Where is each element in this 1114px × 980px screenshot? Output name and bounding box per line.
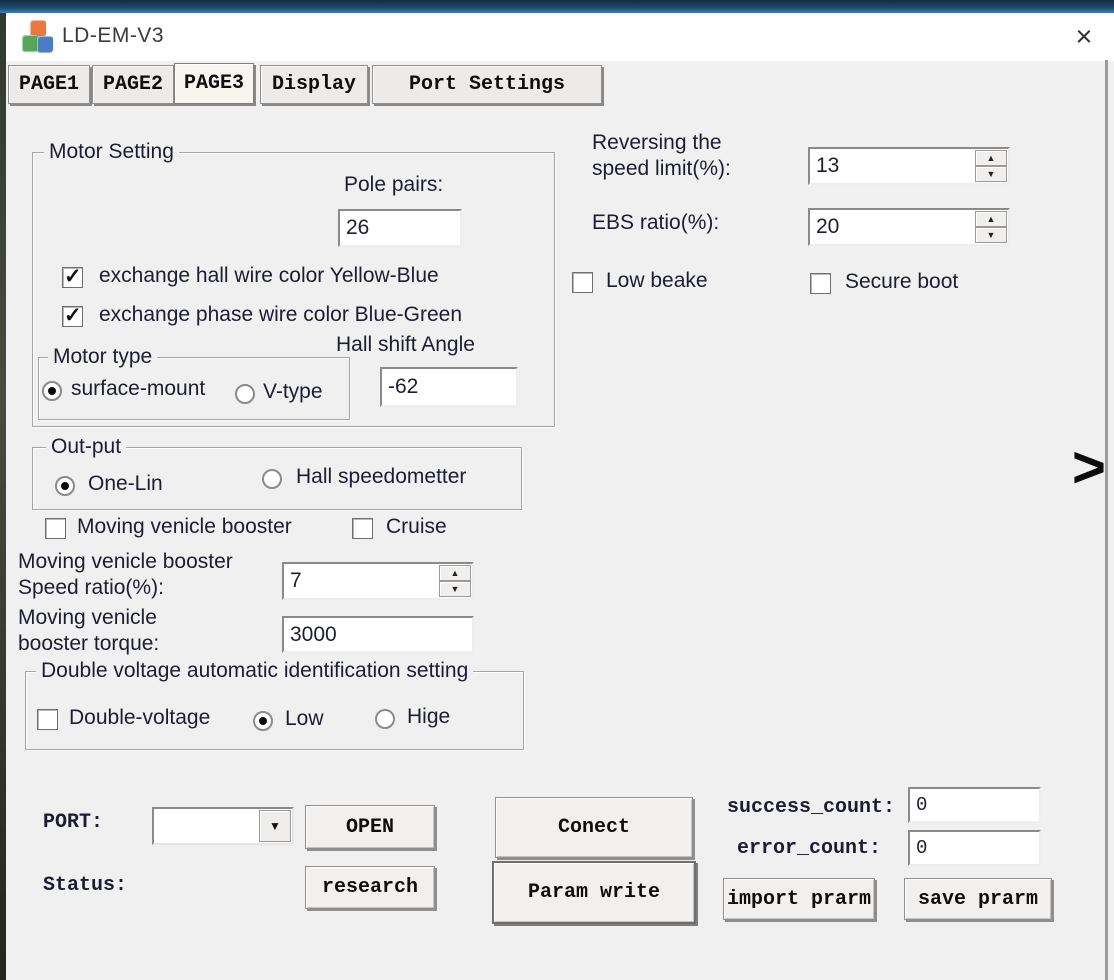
double-voltage-checkbox[interactable]	[37, 709, 58, 730]
voltage-low-radio[interactable]	[253, 711, 273, 731]
torque-input[interactable]	[282, 616, 474, 653]
param-write-button[interactable]: Param write	[492, 861, 696, 924]
tab-page3-label: PAGE3	[184, 72, 244, 95]
window-right-border	[1105, 60, 1108, 980]
motor-setting-group-label: Motor Setting	[44, 140, 179, 164]
pole-pairs-input[interactable]	[338, 209, 462, 247]
cruise-checkbox[interactable]	[352, 518, 373, 539]
app-icon-block-orange	[30, 20, 46, 36]
speed-ratio-spin-buttons	[439, 565, 471, 597]
ebs-ratio-input[interactable]	[810, 210, 957, 244]
import-prarm-button-label: import prarm	[727, 888, 871, 911]
screenshot-stage: LD-EM-V3 × PAGE1 PAGE2 PAGE3 Display Por…	[0, 0, 1114, 980]
torque-label-line1: Moving venicle	[18, 606, 157, 630]
tab-page1[interactable]: PAGE1	[8, 65, 90, 104]
exchange-hall-label: exchange hall wire color Yellow-Blue	[99, 264, 439, 288]
exchange-hall-checkbox[interactable]	[62, 267, 83, 288]
voltage-hige-label: Hige	[407, 705, 450, 729]
speed-ratio-label-line2: Speed ratio(%):	[18, 576, 164, 600]
tab-page1-label: PAGE1	[19, 73, 79, 96]
pole-pairs-label: Pole pairs:	[344, 173, 443, 197]
reversing-limit-label-line1: Reversing the	[592, 131, 722, 155]
research-button-label: research	[322, 876, 418, 899]
tab-page2-label: PAGE2	[103, 73, 163, 96]
hall-shift-angle-input[interactable]	[380, 367, 518, 407]
error-count-label: error_count:	[737, 837, 881, 860]
save-prarm-button[interactable]: save prarm	[904, 878, 1052, 920]
moving-booster-label: Moving venicle booster	[77, 515, 292, 539]
ebs-ratio-spinner	[808, 208, 1010, 246]
tab-page3[interactable]: PAGE3	[174, 63, 254, 104]
tab-display[interactable]: Display	[260, 65, 368, 104]
app-icon-block-blue	[37, 36, 53, 52]
exchange-phase-label: exchange phase wire color Blue-Green	[99, 303, 462, 327]
hall-shift-angle-label: Hall shift Angle	[336, 333, 475, 357]
spin-up-icon[interactable]	[975, 211, 1007, 227]
conect-button[interactable]: Conect	[495, 797, 693, 858]
tab-display-label: Display	[272, 73, 356, 96]
surface-mount-label: surface-mount	[71, 377, 205, 401]
voltage-low-label: Low	[285, 707, 324, 731]
speed-ratio-label-line1: Moving venicle booster	[18, 550, 233, 574]
success-count-input[interactable]	[908, 787, 1041, 823]
spin-down-icon[interactable]	[975, 227, 1007, 243]
window-title: LD-EM-V3	[62, 24, 164, 48]
app-icon	[22, 20, 54, 54]
hall-speedometter-radio[interactable]	[262, 469, 282, 489]
port-label: PORT:	[43, 811, 103, 834]
reversing-limit-spin-buttons	[975, 150, 1007, 182]
surface-mount-radio[interactable]	[42, 381, 62, 401]
conect-button-label: Conect	[558, 816, 630, 839]
ebs-ratio-spin-buttons	[975, 211, 1007, 243]
app-icon-block-green	[22, 35, 38, 51]
port-combobox[interactable]	[152, 807, 294, 845]
hall-speedometter-label: Hall speedometter	[296, 465, 466, 489]
secure-boot-label: Secure boot	[845, 270, 958, 294]
one-lin-label: One-Lin	[88, 472, 163, 496]
reversing-limit-label-line2: speed limit(%):	[592, 157, 731, 181]
secure-boot-checkbox[interactable]	[810, 273, 831, 294]
spin-down-icon[interactable]	[439, 581, 471, 597]
open-button[interactable]: OPEN	[305, 805, 435, 849]
reversing-limit-spinner	[808, 147, 1010, 185]
title-bar: LD-EM-V3 ×	[6, 13, 1114, 61]
save-prarm-button-label: save prarm	[918, 888, 1038, 911]
spin-up-icon[interactable]	[439, 565, 471, 581]
spin-down-icon[interactable]	[975, 166, 1007, 182]
speed-ratio-input[interactable]	[284, 564, 423, 598]
open-button-label: OPEN	[346, 816, 394, 839]
status-label: Status:	[43, 874, 127, 897]
v-type-label: V-type	[263, 380, 323, 404]
research-button[interactable]: research	[305, 866, 435, 909]
chevron-down-icon[interactable]	[259, 810, 291, 842]
tab-port-settings[interactable]: Port Settings	[372, 65, 602, 104]
low-beake-checkbox[interactable]	[572, 272, 593, 293]
one-lin-radio[interactable]	[55, 476, 75, 496]
speed-ratio-spinner	[282, 562, 474, 600]
import-prarm-button[interactable]: import prarm	[723, 878, 875, 920]
tab-port-settings-label: Port Settings	[409, 73, 565, 96]
torque-label-line2: booster torque:	[18, 632, 159, 656]
ebs-ratio-label: EBS ratio(%):	[592, 211, 719, 235]
exchange-phase-checkbox[interactable]	[62, 306, 83, 327]
moving-booster-checkbox[interactable]	[45, 518, 66, 539]
close-icon[interactable]: ×	[1066, 20, 1102, 54]
spin-up-icon[interactable]	[975, 150, 1007, 166]
param-write-button-label: Param write	[528, 881, 660, 904]
error-count-input[interactable]	[908, 830, 1041, 866]
double-voltage-label: Double-voltage	[69, 706, 210, 730]
double-voltage-group-label: Double voltage automatic identification …	[36, 659, 473, 683]
output-group-label: Out-put	[46, 435, 126, 459]
low-beake-label: Low beake	[606, 269, 708, 293]
voltage-hige-radio[interactable]	[375, 709, 395, 729]
tab-page2[interactable]: PAGE2	[92, 65, 174, 104]
cruise-label: Cruise	[386, 515, 447, 539]
desktop-backdrop-top	[0, 0, 1114, 13]
motor-type-group-label: Motor type	[48, 345, 157, 369]
success-count-label: success_count:	[727, 796, 895, 819]
reversing-limit-input[interactable]	[810, 149, 957, 183]
expand-arrow[interactable]: >	[1072, 438, 1106, 498]
v-type-radio[interactable]	[235, 384, 255, 404]
